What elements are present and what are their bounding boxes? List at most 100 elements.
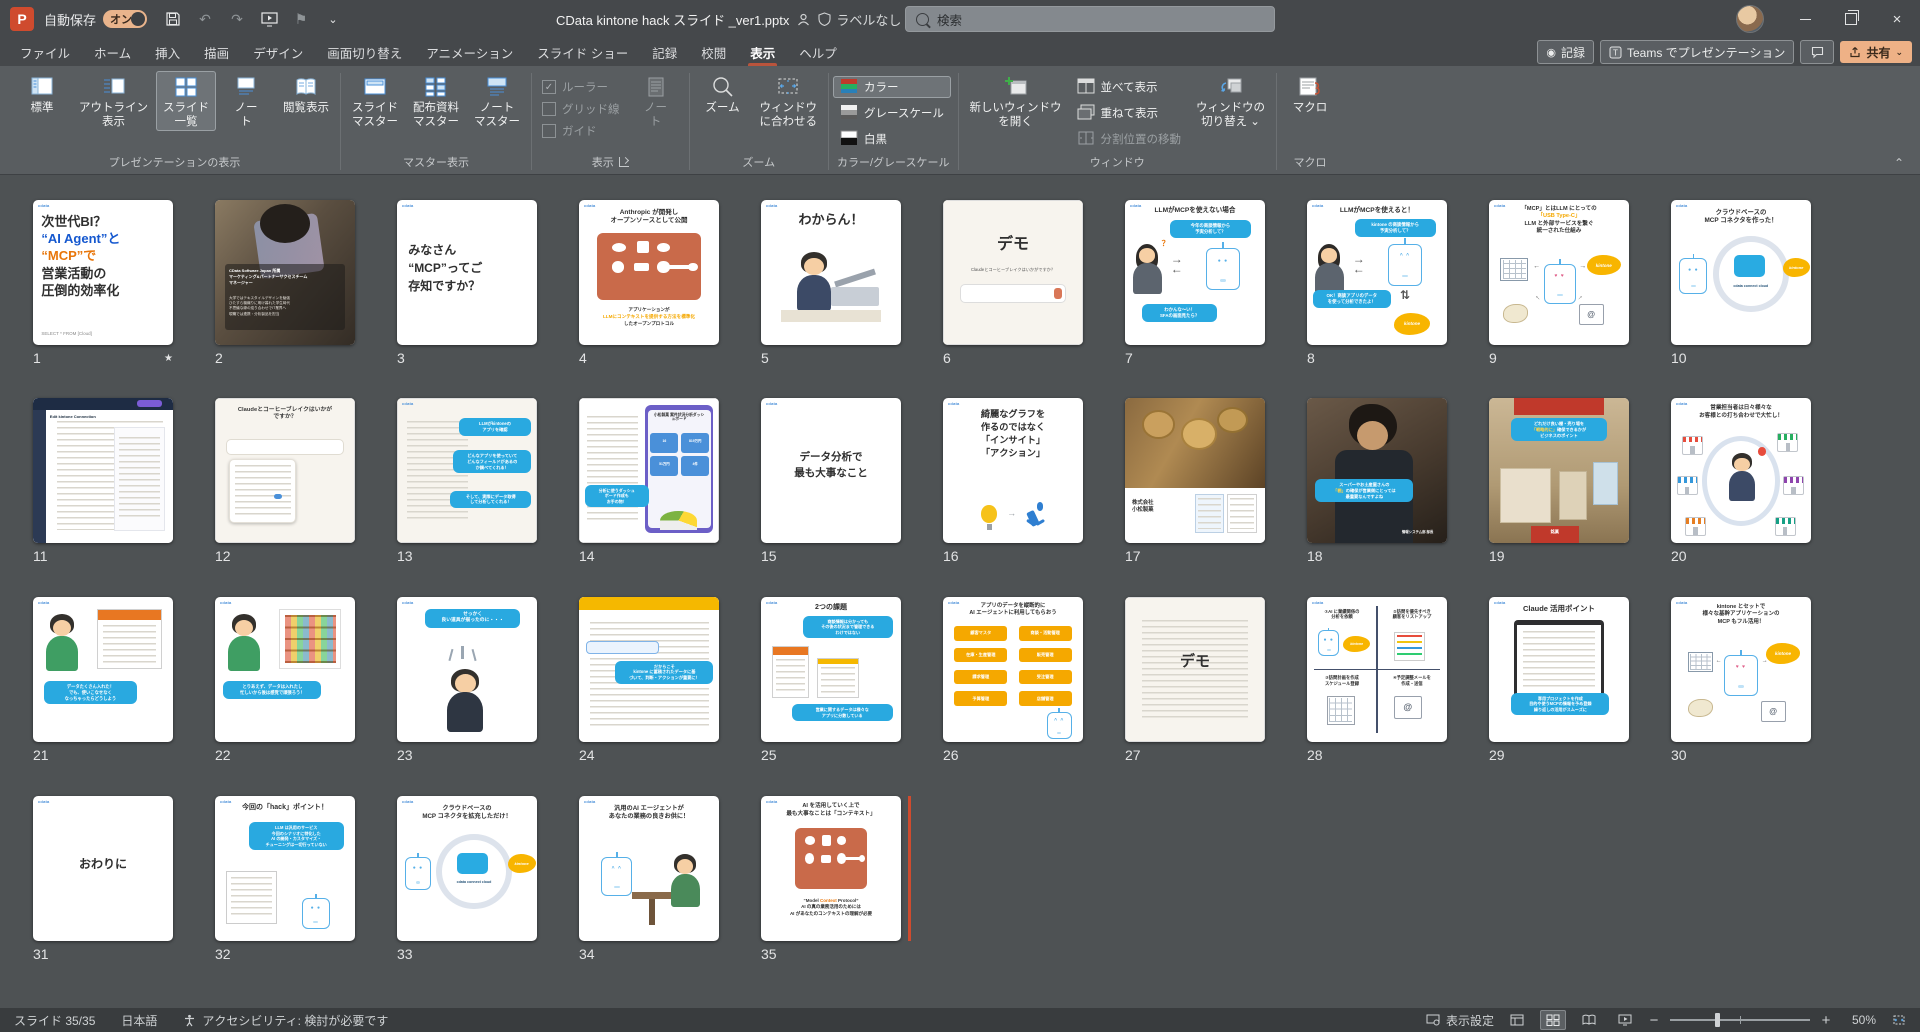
slide-thumbnail[interactable]: 小松製菓 案件状況分析ダッシュボード16819万円51万円4件分析に使うダッシュ… — [579, 398, 719, 543]
slide-thumbnail[interactable]: CData Software Japan 所属マーケティング&パートナーサクセス… — [215, 200, 355, 345]
autosave-toggle[interactable]: 自動保存 オン — [44, 10, 147, 29]
flag-icon[interactable]: ⚑ — [287, 6, 315, 32]
display-settings-button[interactable]: 表示設定 — [1426, 1012, 1494, 1029]
ribbon-button[interactable]: ノー ト — [627, 71, 685, 131]
slide-thumbnail[interactable]: cdataLLMがMCPを使えると！kintone の商談情報から予実分析して？… — [1307, 200, 1447, 345]
restore-button[interactable] — [1828, 0, 1874, 38]
undo-icon[interactable]: ↶ — [191, 6, 219, 32]
slide-thumbnail[interactable]: 株式会社小松製菓 — [1125, 398, 1265, 543]
zoom-slider[interactable] — [1670, 1019, 1810, 1021]
ribbon-button[interactable]: ウィンドウ に合わせる — [753, 71, 825, 131]
ribbon-checkbox[interactable]: ガイド — [542, 123, 620, 139]
record-button[interactable]: ◉ 記録 — [1537, 40, 1594, 64]
normal-view-button[interactable] — [1504, 1010, 1530, 1030]
language-indicator[interactable]: 日本語 — [121, 1012, 157, 1029]
dialog-launcher-icon[interactable] — [619, 157, 629, 167]
customize-qat-icon[interactable]: ⌄ — [319, 6, 347, 32]
ribbon-tab[interactable]: 校閲 — [689, 38, 738, 66]
ribbon-button[interactable]: カラー — [833, 76, 951, 98]
ribbon-tab[interactable]: 画面切り替え — [315, 38, 414, 66]
slide-thumbnail[interactable]: スーパーやお土産屋さんの「棚」の確保が営業側にとっては最重要なんですよね情報シス… — [1307, 398, 1447, 543]
slide-thumbnail[interactable]: cdata汎用のAI エージェントがあなたの業務の良きお供に！^ ^ — [579, 796, 719, 941]
teams-present-button[interactable]: T Teams でプレゼンテーション — [1600, 40, 1794, 64]
ribbon-button[interactable]: 新しいウィンドウ を開く — [963, 71, 1069, 131]
slide-thumbnail[interactable]: cdata2つの課題商談情報は分かってもその後の状況まで管理できるわけではない営… — [761, 597, 901, 742]
ribbon-button[interactable]: 配布資料 マスター — [406, 71, 466, 131]
slideshow-view-button[interactable] — [1612, 1010, 1638, 1030]
slide-thumbnail[interactable]: Claudeとコーヒーブレイクはいかがですか？ — [215, 398, 355, 543]
ribbon-tab[interactable]: ファイル — [8, 38, 82, 66]
ribbon-button[interactable]: アウトライン 表示 — [72, 71, 155, 131]
slide-indicator[interactable]: スライド 35/35 — [14, 1012, 95, 1029]
avatar[interactable] — [1736, 5, 1764, 33]
ribbon-button[interactable]: スライド マスター — [345, 71, 405, 131]
share-button[interactable]: 共有 ⌄ — [1840, 41, 1912, 63]
label-status[interactable]: ラベルなし — [836, 10, 901, 29]
ribbon-button[interactable]: 閲覧表示 — [276, 71, 336, 118]
ribbon-tab[interactable]: 表示 — [738, 38, 787, 66]
ribbon-button[interactable]: スライド 一覧 — [156, 71, 216, 131]
search-input[interactable]: 検索 — [905, 6, 1275, 32]
ribbon-tab[interactable]: スライド ショー — [525, 38, 640, 66]
slide-thumbnail[interactable]: cdataAnthropic が開発しオープンソースとして公開アプリケーションが… — [579, 200, 719, 345]
reading-view-button[interactable] — [1576, 1010, 1602, 1030]
ribbon-button[interactable]: ノート マスター — [467, 71, 527, 131]
slide-thumbnail[interactable]: cdatakintone とセットで様々な基幹アプリケーションのMCP もフル活… — [1671, 597, 1811, 742]
slide-thumbnail[interactable]: cdataアプリのデータを縦断的にAI エージェントに利用してもらおう顧客マスタ… — [943, 597, 1083, 742]
slide-thumbnail[interactable]: cdataデータ分析で最も大事なこと — [761, 398, 901, 543]
ribbon-checkbox[interactable]: グリッド線 — [542, 101, 620, 117]
slide-thumbnail[interactable]: cdataLLMがkintoneのアプリを確認どんなアプリを使っていてどんなフィ… — [397, 398, 537, 543]
ribbon-button[interactable]: 分割位置の移動 — [1070, 128, 1189, 150]
ribbon-button[interactable]: 並べて表示 — [1070, 76, 1189, 98]
slide-thumbnail[interactable]: cdataみなさん“MCP”ってご存知ですか？ — [397, 200, 537, 345]
ribbon-tab[interactable]: ホーム — [82, 38, 143, 66]
slide-thumbnail[interactable]: cdata①AI に業績関係の分析を依頼● ●kintone②訪問を優先すべき顧… — [1307, 597, 1447, 742]
ribbon-checkbox[interactable]: ✓ルーラー — [542, 79, 620, 95]
slide-thumbnail[interactable]: cdata今回の「hack」ポイント！LLM は汎用のサービス今回のシナリオに特… — [215, 796, 355, 941]
ribbon-tab[interactable]: 描画 — [192, 38, 241, 66]
ribbon-tab[interactable]: アニメーション — [414, 38, 525, 66]
slide-thumbnail[interactable]: cdataデータたくさん入れた！でも、使いこなせなくなっちゃったらどうしよう — [33, 597, 173, 742]
slide-thumbnail[interactable]: cdata次世代BI？“AI Agent”と“MCP”で営業活動の圧倒的効率化S… — [33, 200, 173, 345]
slide-thumbnail[interactable]: cdataLLMがMCPを使えない場合今年の商談情報から予実分析して？？→←● … — [1125, 200, 1265, 345]
slide-thumbnail[interactable]: cdataクラウドベースのMCP コネクタを作った！cdata connect … — [1671, 200, 1811, 345]
slide-thumbnail[interactable]: cdataとりあえず、データは入れたし忙しいから後は感覚で頑張ろう！ — [215, 597, 355, 742]
slide-thumbnail[interactable]: cdata綺麗なグラフを作るのではなく「インサイト」「アクション」→ — [943, 398, 1083, 543]
accessibility-status[interactable]: アクセシビリティ: 検討が必要です — [183, 1012, 388, 1029]
zoom-percent[interactable]: 50% — [1842, 1013, 1876, 1027]
slide-thumbnail[interactable]: cdataクラウドベースのMCP コネクタを拡充しただけ！cdata conne… — [397, 796, 537, 941]
ribbon-tab[interactable]: 記録 — [640, 38, 689, 66]
ribbon-tab[interactable]: 挿入 — [143, 38, 192, 66]
slide-thumbnail[interactable]: デモ — [1125, 597, 1265, 742]
ribbon-button[interactable]: グレースケール — [833, 102, 951, 124]
slide-thumbnail[interactable]: cdata「MCP」とはLLM にとっての「USB Type-C」LLM と外部… — [1489, 200, 1629, 345]
redo-icon[interactable]: ↷ — [223, 6, 251, 32]
slide-thumbnail[interactable]: cdataおわりに — [33, 796, 173, 941]
zoom-out-button[interactable]: − — [1648, 1012, 1660, 1029]
comments-button[interactable] — [1800, 40, 1834, 64]
close-button[interactable]: × — [1874, 0, 1920, 38]
fit-slide-to-window-button[interactable] — [1886, 1010, 1912, 1030]
slide-thumbnail[interactable]: cdataせっかく良い道具が揃ったのに・・・ — [397, 597, 537, 742]
slide-thumbnail[interactable]: cdataAI を活用していく上で最も大事なことは「コンテキスト」“Model … — [761, 796, 901, 941]
slide-thumbnail[interactable]: どれだけ良い棚・売り場を「戦略的に」確保できるかがビジネスのポイント銘菓 — [1489, 398, 1629, 543]
slide-thumbnail[interactable]: だからこそkintone に蓄積されたデータに基づいて、判断・アクションが重要に… — [579, 597, 719, 742]
slide-thumbnail[interactable]: Edit kintone Connection — [33, 398, 173, 543]
ribbon-tab[interactable]: ヘルプ — [787, 38, 849, 66]
ribbon-button[interactable]: ウィンドウの 切り替え ⌄ — [1189, 71, 1272, 131]
slide-thumbnail[interactable]: cdataClaude 活用ポイント専用プロジェクトを作成目的や使うMCPの情報… — [1489, 597, 1629, 742]
minimize-button[interactable] — [1782, 0, 1828, 38]
slide-thumbnail[interactable]: cdataわからん！ — [761, 200, 901, 345]
ribbon-tab[interactable]: デザイン — [241, 38, 315, 66]
start-slideshow-icon[interactable] — [255, 6, 283, 32]
ribbon-button[interactable]: 白黒 — [833, 128, 951, 150]
ribbon-button[interactable]: ズーム — [694, 71, 752, 118]
slide-sorter-view-button[interactable] — [1540, 1010, 1566, 1030]
autosave-switch[interactable]: オン — [103, 10, 147, 28]
zoom-in-button[interactable]: + — [1820, 1012, 1832, 1029]
zoom-slider-thumb[interactable] — [1715, 1013, 1720, 1027]
ribbon-button[interactable]: マクロ — [1281, 71, 1339, 118]
ribbon-button[interactable]: 標準 — [13, 71, 71, 118]
save-icon[interactable] — [159, 6, 187, 32]
slide-thumbnail[interactable]: デモClaudeとコーヒーブレイクはいかがですか？ — [943, 200, 1083, 345]
